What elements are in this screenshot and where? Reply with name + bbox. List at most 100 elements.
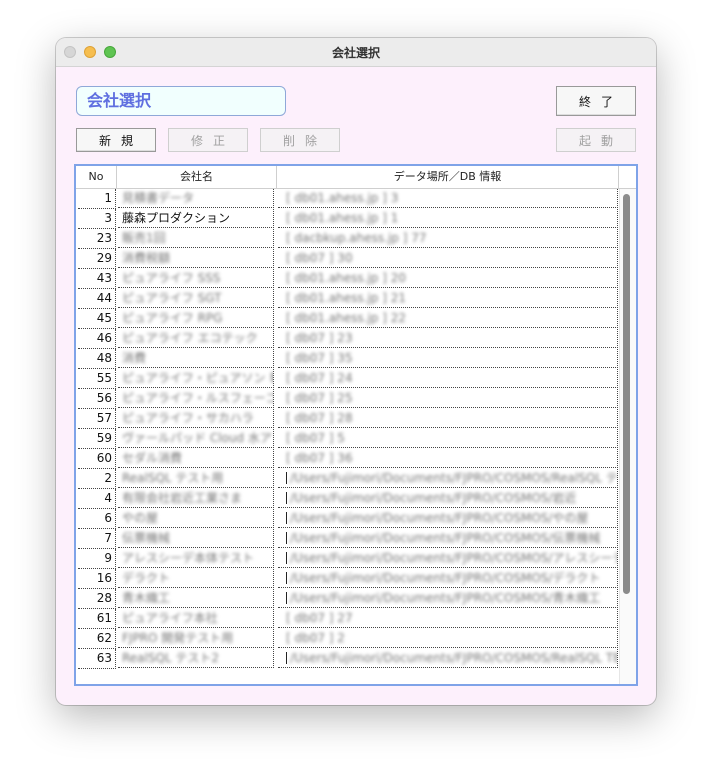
row-no: 59 [78,429,116,449]
table-row[interactable]: 61 ピュアライフ本社[ db07 ] 27 [76,609,619,629]
table-row[interactable]: 9 アレスシーデ本体テスト/Users/Fujimori/Documents/FJ… [76,549,619,569]
row-data-location: [ db07 ] 5 [278,429,618,448]
row-no: 44 [78,289,116,309]
row-company-name: 有限会社岩近工業さま [118,489,274,508]
row-company-name: 消費税額 [118,249,274,268]
row-data-location: /Users/Fujimori/Documents/FJPRO/COSMOS/R… [278,469,618,488]
row-data-location: [ db07 ] 23 [278,329,618,348]
row-company-name: 販売1回 [118,229,274,248]
row-no: 9 [78,549,116,569]
row-no: 55 [78,369,116,389]
row-data-location: /Users/Fujimori/Documents/FJPRO/COSMOS/岩… [278,489,618,508]
row-data-location: [ dacbkup.ahess.jp ] 77 [278,229,618,248]
row-data-location: /Users/Fujimori/Documents/FJPRO/COSMOS/や… [278,509,618,528]
path-marker [286,492,287,504]
row-data-location: [ db07 ] 36 [278,449,618,468]
row-data-location: [ db01.ahess.jp ] 20 [278,269,618,288]
row-company-name: ピュアライフ エコテック [118,329,274,348]
row-data-location: /Users/Fujimori/Documents/FJPRO/COSMOS/ア… [278,549,618,568]
table-row[interactable]: 28 青木織工/Users/Fujimori/Documents/FJPRO/CO… [76,589,619,609]
row-no: 2 [78,469,116,489]
row-company-name: 伝票機械 [118,529,274,548]
table-row[interactable]: 46 ピュアライフ エコテック[ db07 ] 23 [76,329,619,349]
edit-button[interactable]: 修正 [168,128,248,152]
path-marker [286,652,287,664]
header-no[interactable]: No [76,166,117,188]
table-row[interactable]: 23 販売1回[ dacbkup.ahess.jp ] 77 [76,229,619,249]
row-no: 6 [78,509,116,529]
table-row[interactable]: 63 RealSQL テスト2/Users/Fujimori/Documents/… [76,649,619,669]
company-select-window: 会社選択 会社選択 終了 新規 修正 削除 起動 No 会社名 データ場所／DB… [56,38,656,705]
end-button[interactable]: 終了 [556,86,636,116]
scrollbar-thumb[interactable] [623,194,630,594]
table-row[interactable]: 45 ピュアライフ RPG[ db01.ahess.jp ] 22 [76,309,619,329]
delete-button[interactable]: 削除 [260,128,340,152]
row-data-location: [ db01.ahess.jp ] 3 [278,189,618,208]
table-row[interactable]: 4 有限会社岩近工業さま/Users/Fujimori/Documents/FJP… [76,489,619,509]
company-name-field[interactable]: 会社選択 [76,86,286,116]
row-no: 7 [78,529,116,549]
row-no: 63 [78,649,116,669]
row-company-name: 藤森プロダクション [118,209,274,228]
row-data-location: [ db01.ahess.jp ] 1 [278,209,618,228]
table-row[interactable]: 44 ピュアライフ SGT[ db01.ahess.jp ] 21 [76,289,619,309]
table-row[interactable]: 43 ピュアライフ SSS[ db01.ahess.jp ] 20 [76,269,619,289]
row-company-name: ピュアライフ RPG [118,309,274,328]
table-row[interactable]: 62 FJPRO 開発テスト用[ db07 ] 2 [76,629,619,649]
table-row[interactable]: 57 ピュアライフ・サカハラ[ db07 ] 28 [76,409,619,429]
launch-button[interactable]: 起動 [556,128,636,152]
row-data-location: [ db07 ] 27 [278,609,618,628]
table-row[interactable]: 55 ピュアライフ・ピュアソン 執[ db07 ] 24 [76,369,619,389]
table-row[interactable]: 59 ヴァールパッド Cloud 水ア[ db07 ] 5 [76,429,619,449]
row-data-location: [ db07 ] 28 [278,409,618,428]
row-data-location: [ db07 ] 35 [278,349,618,368]
row-no: 62 [78,629,116,649]
table-row[interactable]: 16 デラクト/Users/Fujimori/Documents/FJPRO/CO… [76,569,619,589]
row-no: 48 [78,349,116,369]
row-data-location: /Users/Fujimori/Documents/FJPRO/COSMOS/R… [278,649,618,668]
row-data-location: [ db07 ] 2 [278,629,618,648]
row-no: 61 [78,609,116,629]
row-no: 43 [78,269,116,289]
path-marker [286,592,287,604]
row-no: 4 [78,489,116,509]
row-no: 46 [78,329,116,349]
company-list[interactable]: No 会社名 データ場所／DB 情報 1 見積書データ[ db01.ahess.j… [74,164,638,686]
table-row[interactable]: 3 藤森プロダクション[ db01.ahess.jp ] 1 [76,209,619,229]
table-row[interactable]: 2 RealSQL テスト用/Users/Fujimori/Documents/F… [76,469,619,489]
row-no: 45 [78,309,116,329]
path-marker [286,472,287,484]
row-company-name: RealSQL テスト用 [118,469,274,488]
row-no: 56 [78,389,116,409]
table-row[interactable]: 6 やの屋/Users/Fujimori/Documents/FJPRO/COSM… [76,509,619,529]
table-row[interactable]: 29 消費税額[ db07 ] 30 [76,249,619,269]
list-header: No 会社名 データ場所／DB 情報 [76,166,636,189]
title-bar[interactable]: 会社選択 [56,38,656,67]
table-row[interactable]: 56 ピュアライフ・ルスフェーゴ[ db07 ] 25 [76,389,619,409]
row-company-name: ピュアライフ・ピュアソン 執 [118,369,274,388]
row-company-name: 消費 [118,349,274,368]
row-company-name: ピュアライフ本社 [118,609,274,628]
row-company-name: アレスシーデ本体テスト [118,549,274,568]
path-marker [286,532,287,544]
row-no: 3 [78,209,116,229]
row-company-name: RealSQL テスト2 [118,649,274,668]
row-no: 1 [78,189,116,209]
row-company-name: 青木織工 [118,589,274,608]
row-no: 57 [78,409,116,429]
table-row[interactable]: 7 伝票機械/Users/Fujimori/Documents/FJPRO/COS… [76,529,619,549]
table-row[interactable]: 1 見積書データ[ db01.ahess.jp ] 3 [76,189,619,209]
table-row[interactable]: 48 消費[ db07 ] 35 [76,349,619,369]
row-company-name: ヴァールパッド Cloud 水ア [118,429,274,448]
header-company-name[interactable]: 会社名 [117,166,277,188]
row-no: 29 [78,249,116,269]
row-data-location: [ db07 ] 30 [278,249,618,268]
row-no: 16 [78,569,116,589]
row-company-name: ピュアライフ・サカハラ [118,409,274,428]
row-company-name: 見積書データ [118,189,274,208]
table-row[interactable]: 60 セダル消費[ db07 ] 36 [76,449,619,469]
header-data-location[interactable]: データ場所／DB 情報 [277,166,619,188]
new-button[interactable]: 新規 [76,128,156,152]
row-company-name: セダル消費 [118,449,274,468]
row-no: 23 [78,229,116,249]
